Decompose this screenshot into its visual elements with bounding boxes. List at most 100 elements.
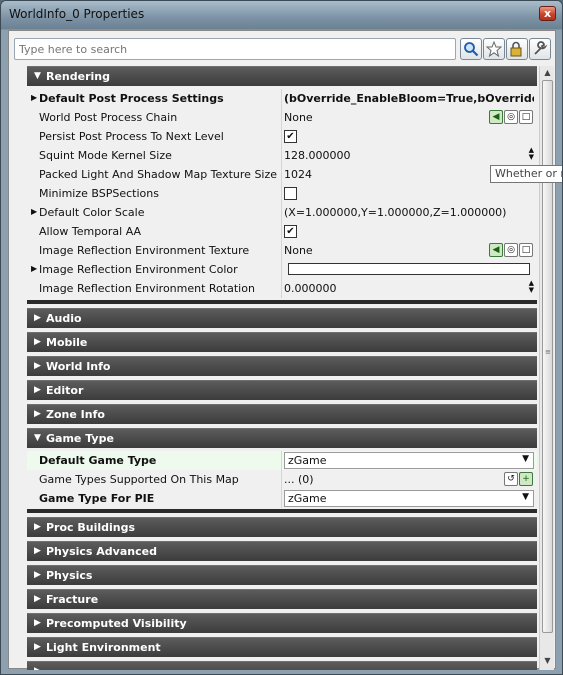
row-minimize-bsp-sections[interactable]: Minimize BSPSections (27, 184, 537, 203)
row-image-reflection-env-texture[interactable]: Image Reflection Environment Texture Non… (27, 241, 537, 260)
category-mobile[interactable]: ▶ Mobile (27, 332, 537, 352)
category-partial[interactable]: ▶ (27, 661, 537, 670)
property-name: Default Post Process Settings (39, 92, 224, 105)
category-label: Fracture (46, 593, 99, 606)
title-bar[interactable]: WorldInfo_0 Properties x (1, 1, 562, 29)
row-default-game-type[interactable]: Default Game Type zGame ▼ (27, 451, 537, 470)
column-divider[interactable] (281, 470, 282, 489)
column-divider[interactable] (281, 184, 282, 203)
category-label: Mobile (46, 336, 88, 349)
category-fracture[interactable]: ▶ Fracture (27, 589, 537, 609)
collapsed-arrow-icon: ▶ (34, 337, 41, 347)
column-divider[interactable] (281, 260, 282, 279)
category-proc-buildings[interactable]: ▶ Proc Buildings (27, 517, 537, 537)
property-value[interactable]: 1024 (284, 168, 484, 181)
category-precomputed-visibility[interactable]: ▶ Precomputed Visibility (27, 613, 537, 633)
clear-icon[interactable]: □ (519, 110, 533, 124)
search-input[interactable] (14, 38, 456, 60)
column-divider[interactable] (281, 241, 282, 260)
category-label: Physics (46, 569, 93, 582)
property-value: ... (0) (284, 473, 314, 486)
property-value: (bOverride_EnableBloom=True,bOverride_En (284, 92, 534, 105)
column-divider[interactable] (281, 203, 282, 222)
category-world-info[interactable]: ▶ World Info (27, 356, 537, 376)
property-name: Default Game Type (39, 454, 157, 467)
category-label: Editor (46, 384, 84, 397)
scrollbar-thumb[interactable]: ≡ (542, 80, 553, 633)
column-divider[interactable] (281, 279, 282, 298)
row-default-color-scale[interactable]: ▶ Default Color Scale (X=1.000000,Y=1.00… (27, 203, 537, 222)
column-divider[interactable] (281, 222, 282, 241)
scroll-up-icon[interactable]: ▲ (542, 68, 553, 78)
column-divider[interactable] (281, 146, 282, 165)
empty-array-icon[interactable]: ↺ (504, 472, 518, 486)
category-label: Audio (46, 312, 82, 325)
spinner-icon[interactable]: ▲ ▼ (529, 147, 534, 161)
property-name: Persist Post Process To Next Level (39, 130, 224, 143)
row-image-reflection-env-color[interactable]: ▶ Image Reflection Environment Color (27, 260, 537, 279)
category-physics-advanced[interactable]: ▶ Physics Advanced (27, 541, 537, 561)
row-squint-mode-kernel-size[interactable]: Squint Mode Kernel Size 128.000000 ▲ ▼ (27, 146, 537, 165)
category-editor[interactable]: ▶ Editor (27, 380, 537, 400)
category-audio[interactable]: ▶ Audio (27, 308, 537, 328)
row-allow-temporal-aa[interactable]: Allow Temporal AA ✔ (27, 222, 537, 241)
column-divider[interactable] (281, 127, 282, 146)
row-world-post-process-chain[interactable]: World Post Process Chain None ◀ ◎ □ (27, 108, 537, 127)
collapsed-arrow-icon[interactable]: ▶ (31, 264, 37, 273)
spinner-icon[interactable]: ▲ ▼ (529, 280, 534, 294)
property-name: Minimize BSPSections (39, 187, 159, 200)
browse-icon[interactable]: ◎ (504, 243, 518, 257)
category-game-type[interactable]: ▼ Game Type (27, 428, 537, 448)
property-value[interactable]: 0.000000 (284, 282, 504, 295)
default-game-type-dropdown[interactable]: zGame ▼ (284, 452, 534, 469)
collapsed-arrow-icon[interactable]: ▶ (31, 207, 37, 216)
persist-post-process-checkbox[interactable]: ✔ (284, 130, 297, 143)
array-buttons: ↺ + (504, 472, 533, 486)
category-rendering[interactable]: ▼ Rendering (27, 66, 537, 86)
row-default-post-process-settings[interactable]: ▶ Default Post Process Settings (bOverri… (27, 89, 537, 108)
collapsed-arrow-icon: ▶ (34, 546, 41, 556)
collapsed-arrow-icon[interactable]: ▶ (31, 93, 37, 102)
toolbar (9, 31, 555, 67)
row-game-types-supported[interactable]: Game Types Supported On This Map ... (0)… (27, 470, 537, 489)
search-button[interactable] (460, 38, 482, 60)
property-name: Game Types Supported On This Map (39, 473, 239, 486)
scroll-down-icon[interactable]: ▼ (542, 656, 553, 666)
use-selected-icon[interactable]: ◀ (489, 243, 503, 257)
category-label: Game Type (46, 432, 114, 445)
minimize-bsp-sections-checkbox[interactable] (284, 187, 297, 200)
column-divider[interactable] (281, 108, 282, 127)
collapsed-arrow-icon: ▶ (34, 642, 41, 652)
game-type-for-pie-dropdown[interactable]: zGame ▼ (284, 490, 534, 507)
close-button[interactable]: x (539, 6, 556, 21)
category-label: Physics Advanced (46, 545, 157, 558)
window-title: WorldInfo_0 Properties (9, 7, 145, 21)
category-label: Precomputed Visibility (46, 617, 187, 630)
column-divider[interactable] (281, 489, 282, 508)
allow-temporal-aa-checkbox[interactable]: ✔ (284, 225, 297, 238)
collapsed-arrow-icon: ▶ (34, 666, 41, 670)
clear-icon[interactable]: □ (519, 243, 533, 257)
settings-button[interactable] (529, 38, 551, 60)
expand-arrow-icon: ▼ (34, 71, 41, 81)
use-selected-icon[interactable]: ◀ (489, 110, 503, 124)
browse-icon[interactable]: ◎ (504, 110, 518, 124)
property-value[interactable]: 128.000000 (284, 149, 504, 162)
color-swatch[interactable] (288, 263, 530, 275)
column-divider[interactable] (281, 89, 282, 108)
favorites-button[interactable] (483, 38, 505, 60)
lock-button[interactable] (506, 38, 528, 60)
client-area: ▼ Rendering ▶ Default Post Process Setti… (8, 30, 556, 670)
row-game-type-for-pie[interactable]: Game Type For PIE zGame ▼ (27, 489, 537, 508)
column-divider[interactable] (281, 165, 282, 184)
add-item-icon[interactable]: + (519, 472, 533, 486)
row-packed-light-shadow-map-texture-size[interactable]: Packed Light And Shadow Map Texture Size… (27, 165, 537, 184)
category-light-environment[interactable]: ▶ Light Environment (27, 637, 537, 657)
row-image-reflection-env-rotation[interactable]: Image Reflection Environment Rotation 0.… (27, 279, 537, 298)
vertical-scrollbar[interactable]: ▲ ≡ ▼ (539, 66, 554, 670)
column-divider[interactable] (281, 451, 282, 470)
tooltip: Whether or no (490, 165, 562, 183)
category-zone-info[interactable]: ▶ Zone Info (27, 404, 537, 424)
row-persist-post-process[interactable]: Persist Post Process To Next Level ✔ (27, 127, 537, 146)
category-physics[interactable]: ▶ Physics (27, 565, 537, 585)
